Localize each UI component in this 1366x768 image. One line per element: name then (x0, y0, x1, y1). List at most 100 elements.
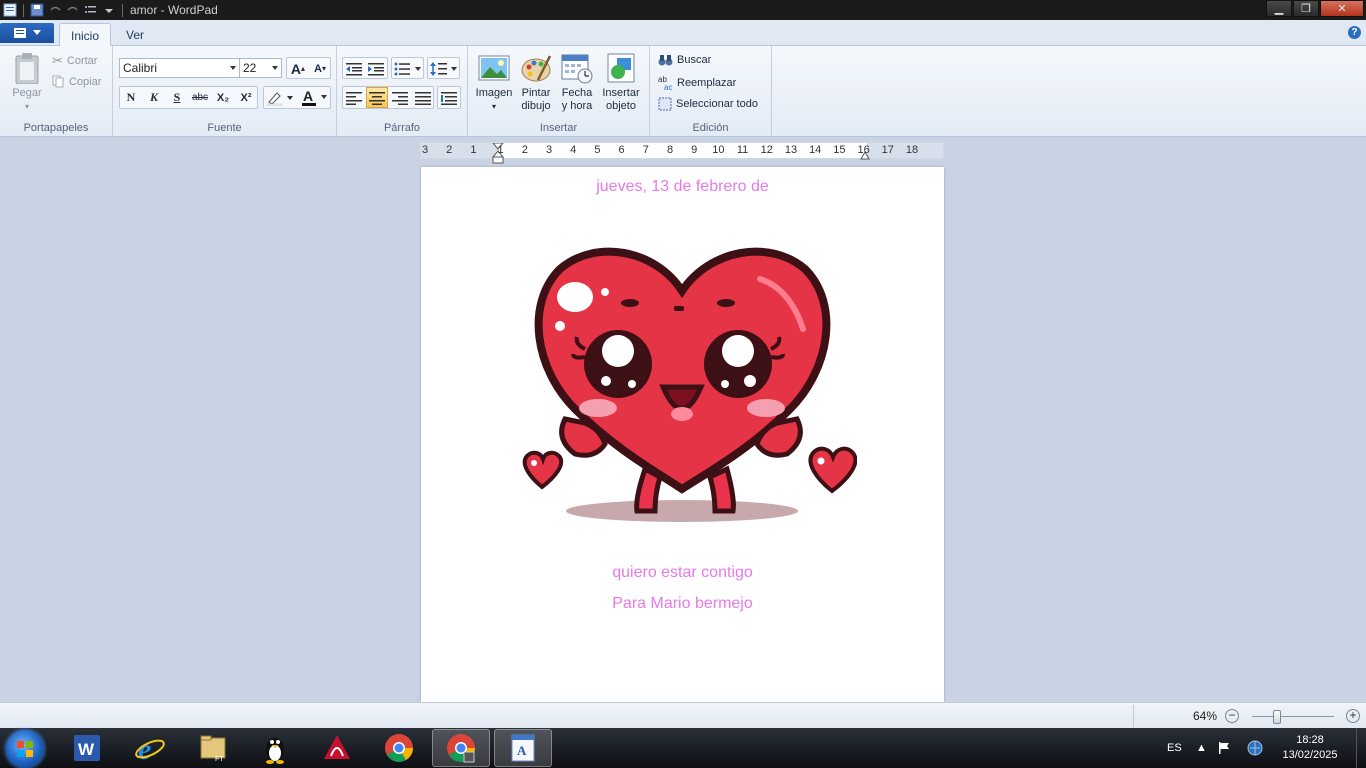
folder-icon: FT (200, 735, 226, 763)
align-center-icon (369, 91, 385, 105)
ruler-tick-label: 18 (905, 144, 919, 156)
zoom-slider-track[interactable] (1252, 716, 1334, 717)
shrink-font-button[interactable]: A ▾ (309, 58, 331, 79)
copy-button[interactable]: Copiar (52, 75, 101, 88)
insert-image-button[interactable]: Imagen ▾ (473, 52, 515, 113)
replace-button[interactable]: ab ac Reemplazar (658, 75, 736, 90)
app-menu-button[interactable] (0, 23, 54, 43)
taskbar-folder[interactable]: FT (184, 729, 242, 767)
select-all-button[interactable]: Seleccionar todo (658, 97, 758, 111)
wordpad-app-icon[interactable] (2, 2, 18, 18)
font-family-select[interactable]: Calibri (119, 58, 240, 78)
close-button[interactable]: ✕ (1320, 0, 1364, 17)
chrome-icon (447, 734, 475, 763)
text-color-button[interactable]: A (298, 87, 330, 108)
taskbar-word[interactable]: W (58, 729, 116, 767)
zoom-out-button[interactable]: − (1225, 709, 1239, 723)
picture-icon (478, 55, 510, 81)
italic-button[interactable]: K (143, 87, 165, 108)
internet-explorer-icon: e (135, 733, 165, 764)
align-left-button[interactable] (343, 87, 365, 108)
ruler-tick-label: 4 (570, 144, 577, 156)
strikethrough-button[interactable]: abc (189, 87, 211, 108)
redo-icon[interactable] (65, 2, 81, 18)
word-icon: W (74, 735, 100, 761)
increase-indent-button[interactable] (365, 58, 387, 79)
paste-button[interactable]: Pegar ▾ (8, 52, 46, 113)
ruler-tick-label: 8 (666, 144, 674, 156)
list-icon[interactable] (83, 2, 99, 18)
menu-icon (14, 28, 26, 38)
scissors-icon: ✂ (52, 53, 63, 68)
justify-button[interactable] (412, 87, 434, 108)
align-right-icon (392, 91, 408, 105)
tab-inicio[interactable]: Inicio (59, 23, 112, 47)
svg-text:A: A (517, 743, 527, 758)
ruler-tick-label: 1 (470, 144, 477, 156)
ruler-tick-label: 5 (594, 144, 601, 156)
date-time-button[interactable]: Fecha y hora (558, 52, 596, 113)
decrease-indent-button[interactable] (343, 58, 365, 79)
cut-button[interactable]: ✂ Cortar (52, 53, 97, 69)
acrobat-icon (324, 735, 350, 759)
replace-icon: abac (658, 75, 672, 90)
paint-drawing-button[interactable]: Pintar dibujo (516, 52, 556, 113)
heart-character-image[interactable] (505, 209, 857, 559)
language-indicator[interactable]: ES (1167, 728, 1182, 768)
ruler[interactable]: 3 2 1 1 2 3 4 5 6 7 8 9 10 11 12 13 14 15 16 17 18 (420, 142, 944, 164)
line-spacing-button[interactable] (428, 58, 459, 79)
grow-font-button[interactable]: A ▴ (287, 58, 309, 79)
minimize-button[interactable]: ▁ (1266, 0, 1292, 17)
save-icon[interactable] (29, 2, 45, 18)
ruler-tick-label: 12 (760, 144, 773, 156)
select-all-icon (658, 97, 672, 111)
clock[interactable]: 18:28 13/02/2025 (1278, 733, 1342, 763)
align-left-icon (346, 91, 362, 105)
find-button[interactable]: Buscar (658, 53, 711, 67)
bold-button[interactable]: N (120, 87, 142, 108)
taskbar-chrome[interactable] (370, 729, 428, 767)
taskbar-wordpad[interactable]: A (494, 729, 552, 767)
taskbar-acrobat[interactable] (308, 729, 366, 767)
maximize-button[interactable]: ❐ (1293, 0, 1319, 17)
align-right-button[interactable] (389, 87, 411, 108)
calendar-clock-icon (561, 54, 593, 84)
bullet-list-button[interactable] (392, 58, 423, 79)
clock-date: 13/02/2025 (1282, 749, 1338, 761)
zoom-in-button[interactable]: + (1346, 709, 1360, 723)
group-label-edicion: Edición (692, 122, 729, 134)
paragraph-button[interactable] (438, 87, 460, 108)
svg-text:W: W (78, 740, 95, 759)
message-line-2: Para Mario bermejo (612, 595, 753, 612)
svg-text:FT: FT (215, 756, 224, 763)
insert-object-button[interactable]: Insertar objeto (598, 52, 644, 113)
taskbar: W e FT A ES ▲ 18:28 13/02/2025 (0, 728, 1366, 768)
show-hidden-icons[interactable]: ▲ (1196, 728, 1207, 768)
customize-qat-icon[interactable] (101, 2, 117, 18)
subscript-button[interactable]: X₂ (212, 87, 234, 108)
tab-ver[interactable]: Ver (115, 23, 155, 46)
show-desktop-button[interactable] (1356, 728, 1366, 768)
highlight-color-button[interactable] (264, 87, 296, 108)
ruler-tick-label: 2 (446, 144, 453, 156)
taskbar-chrome-active[interactable] (432, 729, 490, 767)
copy-icon (52, 75, 64, 88)
undo-icon[interactable] (47, 2, 63, 18)
windows-logo-icon (17, 741, 33, 757)
action-center-flag-icon[interactable] (1217, 728, 1231, 768)
taskbar-tux[interactable] (246, 729, 304, 767)
font-size-select[interactable]: 22 (239, 58, 282, 78)
underline-button[interactable]: S (166, 87, 188, 108)
start-button[interactable] (6, 730, 44, 768)
align-center-button[interactable] (366, 87, 388, 108)
superscript-button[interactable]: X² (235, 87, 257, 108)
indent-icon (368, 62, 384, 75)
document-page[interactable]: jueves, 13 de febrero de quiero estar co… (421, 167, 944, 702)
help-icon[interactable]: ? (1348, 26, 1361, 39)
network-icon[interactable] (1247, 728, 1263, 768)
group-fuente: Calibri 22 A ▴ A ▾ N K S abc X₂ X² A Fuent… (113, 46, 337, 137)
ruler-tick-label: 14 (809, 144, 822, 156)
chevron-down-icon (33, 30, 41, 35)
zoom-slider-thumb[interactable] (1273, 710, 1281, 724)
taskbar-internet-explorer[interactable]: e (121, 729, 179, 767)
